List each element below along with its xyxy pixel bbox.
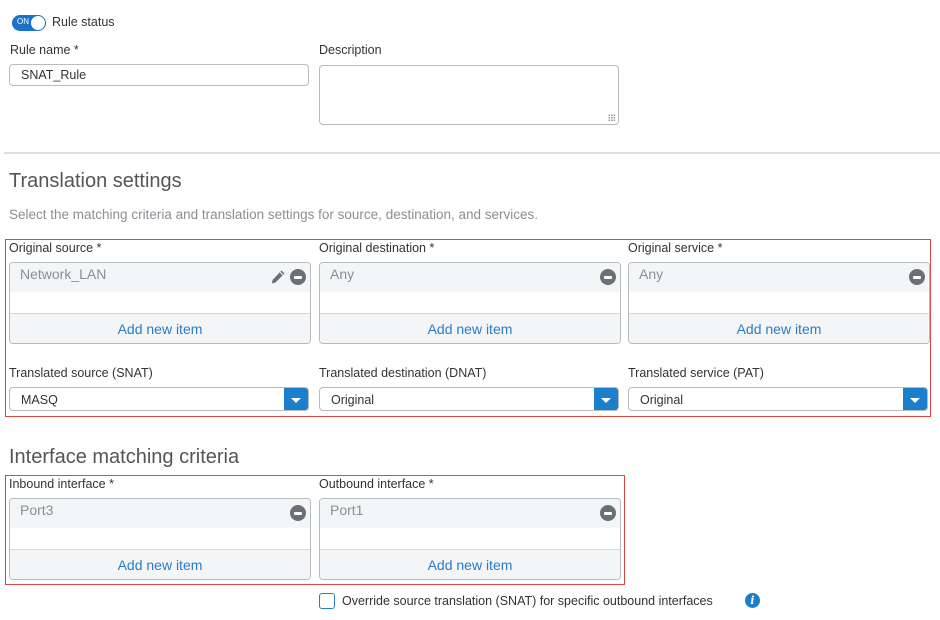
list-item[interactable]: Port3 <box>10 499 310 528</box>
original-destination-label: Original destination * <box>319 241 435 255</box>
description-label: Description <box>319 43 382 57</box>
list-item-text: Any <box>639 266 664 282</box>
pencil-icon[interactable] <box>270 269 286 285</box>
add-new-item-button[interactable]: Add new item <box>10 549 310 579</box>
override-snat-checkbox[interactable] <box>319 593 335 609</box>
list-item[interactable]: Port1 <box>320 499 620 528</box>
original-service-list: Any Add new item <box>628 262 930 344</box>
inbound-interface-list: Port3 Add new item <box>9 498 311 580</box>
interface-criteria-title: Interface matching criteria <box>9 446 240 468</box>
remove-icon[interactable] <box>909 269 925 285</box>
original-destination-list: Any Add new item <box>319 262 621 344</box>
remove-icon[interactable] <box>290 505 306 521</box>
toggle-on-text: ON <box>17 17 29 26</box>
rule-status-label: Rule status <box>52 15 115 29</box>
translated-source-value: MASQ <box>21 393 58 407</box>
add-new-item-button[interactable]: Add new item <box>10 313 310 343</box>
list-item-text: Any <box>330 266 355 282</box>
translated-destination-value: Original <box>331 393 375 407</box>
remove-icon[interactable] <box>600 505 616 521</box>
outbound-interface-list: Port1 Add new item <box>319 498 621 580</box>
remove-icon[interactable] <box>600 269 616 285</box>
original-source-list: Network_LAN Add new item <box>9 262 311 344</box>
resize-grip-icon[interactable] <box>608 114 615 121</box>
original-service-label: Original service * <box>628 241 723 255</box>
remove-icon[interactable] <box>290 269 306 285</box>
info-icon[interactable]: i <box>745 593 760 608</box>
original-source-label: Original source * <box>9 241 102 255</box>
rule-name-label: Rule name * <box>10 43 79 57</box>
list-item-text: Network_LAN <box>20 266 107 282</box>
add-new-item-button[interactable]: Add new item <box>629 313 929 343</box>
add-new-item-button[interactable]: Add new item <box>320 313 620 343</box>
translation-settings-title: Translation settings <box>9 170 182 192</box>
list-item[interactable]: Network_LAN <box>10 263 310 292</box>
chevron-down-icon[interactable] <box>594 388 618 410</box>
translated-destination-label: Translated destination (DNAT) <box>319 366 487 380</box>
list-item[interactable]: Any <box>320 263 620 292</box>
translated-source-select[interactable]: MASQ <box>9 387 309 411</box>
translated-destination-select[interactable]: Original <box>319 387 619 411</box>
translation-settings-description: Select the matching criteria and transla… <box>9 207 539 222</box>
list-item-text: Port1 <box>330 502 364 518</box>
chevron-down-icon[interactable] <box>903 388 927 410</box>
list-item[interactable]: Any <box>629 263 929 292</box>
outbound-interface-label: Outbound interface * <box>319 477 434 491</box>
translated-source-label: Translated source (SNAT) <box>9 366 153 380</box>
rule-name-value: SNAT_Rule <box>21 68 87 82</box>
translated-service-label: Translated service (PAT) <box>628 366 764 380</box>
description-textarea[interactable] <box>319 65 619 125</box>
toggle-knob <box>31 16 45 30</box>
chevron-down-icon[interactable] <box>284 388 308 410</box>
info-icon-glyph: i <box>750 594 755 607</box>
section-divider <box>4 152 940 154</box>
override-snat-label: Override source translation (SNAT) for s… <box>342 594 713 608</box>
translated-service-value: Original <box>640 393 684 407</box>
list-item-text: Port3 <box>20 502 54 518</box>
rule-status-toggle[interactable]: ON <box>12 15 46 31</box>
inbound-interface-label: Inbound interface * <box>9 477 114 491</box>
rule-name-input[interactable]: SNAT_Rule <box>9 64 309 86</box>
add-new-item-button[interactable]: Add new item <box>320 549 620 579</box>
translated-service-select[interactable]: Original <box>628 387 928 411</box>
